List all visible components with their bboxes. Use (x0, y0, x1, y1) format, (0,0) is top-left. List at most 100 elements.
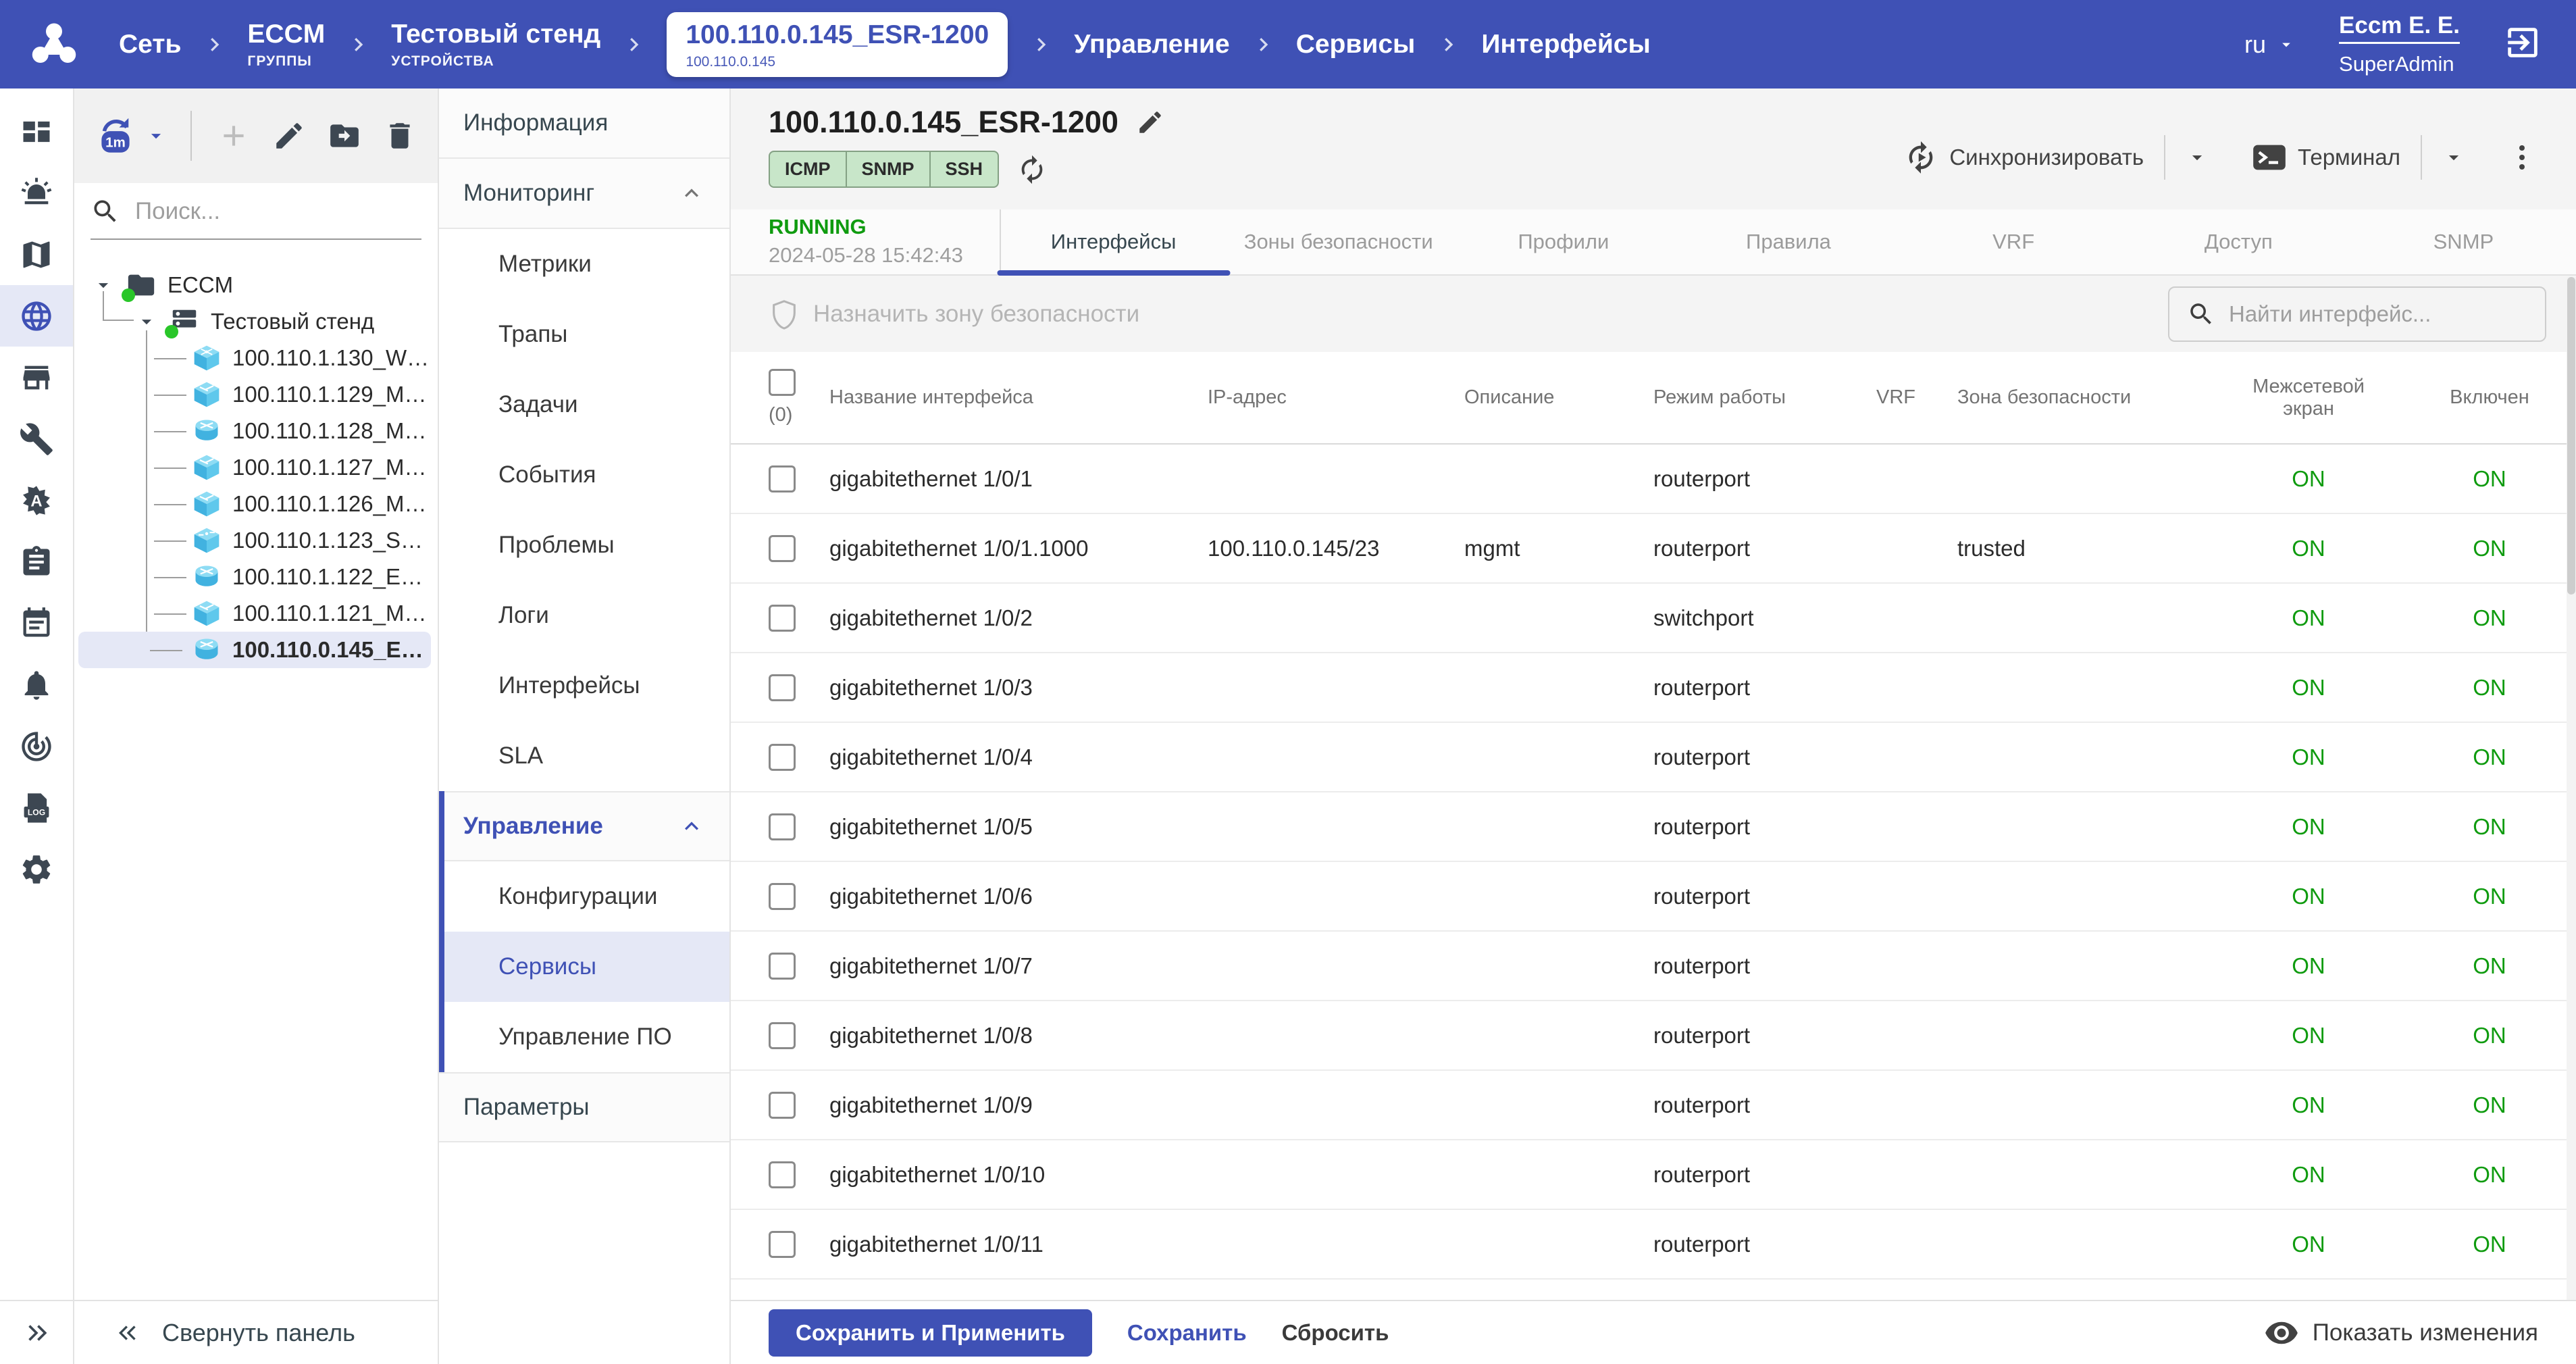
tree-device-item[interactable]: 100.110.1.128_ME5200 (78, 413, 431, 449)
tab-snmp[interactable]: SNMP (2351, 209, 2576, 274)
user-name[interactable]: Eccm E. E. (2339, 12, 2460, 44)
inventory-icon[interactable] (0, 347, 73, 408)
table-row[interactable]: gigabitethernet 1/0/9 routerport ON ON (731, 1071, 2576, 1140)
network-icon[interactable] (0, 285, 73, 347)
tab-security-zones[interactable]: Зоны безопасности (1226, 209, 1451, 274)
monitoring-icon[interactable] (0, 715, 73, 777)
table-row[interactable]: gigabitethernet 1/0/1.1000 100.110.0.145… (731, 514, 2576, 584)
terminal-options-button[interactable] (2442, 146, 2465, 169)
menu-item-configurations[interactable]: Конфигурации (444, 861, 729, 932)
settings-icon[interactable] (0, 838, 73, 900)
terminal-button[interactable]: Терминал (2252, 140, 2400, 175)
table-row[interactable]: gigabitethernet 1/0/1 routerport ON ON (731, 445, 2576, 514)
edit-title-icon[interactable] (1136, 108, 1164, 136)
user-menu[interactable]: Eccm E. E. SuperAdmin (2339, 12, 2460, 76)
menu-item-parameters[interactable]: Параметры (439, 1072, 729, 1142)
breadcrumb-group[interactable]: ECCM ГРУППЫ (247, 20, 325, 70)
notifications-icon[interactable] (0, 654, 73, 715)
menu-item-problems[interactable]: Проблемы (439, 510, 729, 580)
vertical-scrollbar[interactable] (2567, 277, 2576, 1300)
auto-refresh-button[interactable]: 1m (93, 113, 168, 158)
breadcrumb-section[interactable]: Управление (1074, 30, 1229, 59)
show-changes-button[interactable]: Показать изменения (2264, 1315, 2538, 1350)
save-button[interactable]: Сохранить (1127, 1320, 1247, 1346)
scrollbar-thumb[interactable] (2567, 277, 2575, 595)
breadcrumb-stand[interactable]: Тестовый стенд УСТРОЙСТВА (391, 20, 600, 70)
table-row[interactable]: gigabitethernet 1/0/6 routerport ON ON (731, 862, 2576, 932)
tree-node-root[interactable]: ECCM (74, 267, 438, 303)
caret-down-icon[interactable] (92, 274, 115, 297)
row-checkbox[interactable] (769, 605, 796, 632)
table-row[interactable]: gigabitethernet 1/0/10 routerport ON ON (731, 1140, 2576, 1210)
refresh-status-button[interactable] (1016, 154, 1048, 185)
save-apply-button[interactable]: Сохранить и Применить (769, 1309, 1092, 1357)
table-row[interactable]: gigabitethernet 1/0/2 switchport ON ON (731, 584, 2576, 653)
row-checkbox[interactable] (769, 1161, 796, 1188)
row-checkbox[interactable] (769, 1231, 796, 1258)
table-row[interactable]: gigabitethernet 1/0/5 routerport ON ON (731, 792, 2576, 862)
tab-profiles[interactable]: Профили (1451, 209, 1676, 274)
tab-rules[interactable]: Правила (1676, 209, 1901, 274)
row-checkbox[interactable] (769, 674, 796, 701)
move-node-button[interactable] (326, 116, 363, 155)
row-checkbox[interactable] (769, 744, 796, 771)
dashboard-icon[interactable] (0, 101, 73, 162)
menu-item-monitoring[interactable]: Мониторинг (439, 159, 729, 229)
tab-vrf[interactable]: VRF (1901, 209, 2126, 274)
row-checkbox[interactable] (769, 1022, 796, 1049)
tab-interfaces[interactable]: Интерфейсы (1001, 209, 1226, 274)
table-row[interactable]: gigabitethernet 1/0/3 routerport ON ON (731, 653, 2576, 723)
expand-sidebar-button[interactable] (0, 1300, 73, 1364)
breadcrumb-page[interactable]: Интерфейсы (1481, 30, 1650, 59)
menu-item-metrics[interactable]: Метрики (439, 229, 729, 299)
edit-node-button[interactable] (270, 116, 308, 155)
tasks-icon[interactable] (0, 531, 73, 592)
map-icon[interactable] (0, 224, 73, 285)
breadcrumb-device-pill[interactable]: 100.110.0.145_ESR-1200 100.110.0.145 (667, 12, 1008, 77)
tree-device-item[interactable]: 100.110.1.126_MES242... (78, 486, 431, 522)
row-checkbox[interactable] (769, 813, 796, 840)
table-row[interactable]: gigabitethernet 1/0/4 routerport ON ON (731, 723, 2576, 792)
logs-icon[interactable]: LOG (0, 777, 73, 838)
alerts-icon[interactable]: A (0, 470, 73, 531)
more-actions-button[interactable] (2506, 141, 2538, 174)
row-checkbox[interactable] (769, 1092, 796, 1119)
tree-node-group[interactable]: Тестовый стенд (74, 303, 438, 340)
tree-device-item[interactable]: 100.110.1.127_MES531... (78, 449, 431, 486)
tab-access[interactable]: Доступ (2126, 209, 2351, 274)
language-selector[interactable]: ru (2244, 30, 2296, 59)
delete-node-button[interactable] (381, 116, 419, 155)
menu-item-logs[interactable]: Логи (439, 580, 729, 651)
tree-device-item-selected[interactable]: 100.110.0.145_ESR-12... (78, 632, 431, 668)
caret-down-icon[interactable] (145, 124, 168, 147)
app-logo-icon[interactable] (30, 20, 78, 69)
add-node-button[interactable] (215, 116, 253, 155)
row-checkbox[interactable] (769, 883, 796, 910)
tree-search-input[interactable] (135, 198, 421, 225)
calendar-icon[interactable] (0, 592, 73, 654)
breadcrumb-network[interactable]: Сеть (119, 30, 181, 59)
menu-item-firmware[interactable]: Управление ПО (444, 1002, 729, 1072)
breadcrumb-subsection[interactable]: Сервисы (1296, 30, 1416, 59)
menu-item-information[interactable]: Информация (439, 89, 729, 159)
reset-button[interactable]: Сбросить (1282, 1320, 1389, 1346)
menu-item-interfaces[interactable]: Интерфейсы (439, 651, 729, 721)
sync-options-button[interactable] (2186, 146, 2209, 169)
menu-item-services[interactable]: Сервисы (444, 932, 729, 1002)
menu-item-management[interactable]: Управление (444, 791, 729, 861)
table-row[interactable]: gigabitethernet 1/0/11 routerport ON ON (731, 1210, 2576, 1280)
assign-zone-button[interactable]: Назначить зону безопасности (769, 299, 1139, 330)
tree-device-item[interactable]: 100.110.1.123_SMG-10... (78, 522, 431, 559)
logout-button[interactable] (2503, 23, 2546, 66)
row-checkbox[interactable] (769, 953, 796, 980)
tree-device-item[interactable]: 100.110.1.122_ESR-200 (78, 559, 431, 595)
tools-icon[interactable] (0, 408, 73, 470)
menu-item-sla[interactable]: SLA (439, 721, 729, 791)
table-row[interactable]: gigabitethernet 1/0/7 routerport ON ON (731, 932, 2576, 1001)
menu-item-events[interactable]: События (439, 440, 729, 510)
row-checkbox[interactable] (769, 535, 796, 562)
table-row[interactable]: gigabitethernet 1/0/8 routerport ON ON (731, 1001, 2576, 1071)
collapse-panel-button[interactable]: Свернуть панель (74, 1300, 438, 1364)
caret-down-icon[interactable] (135, 310, 158, 333)
menu-item-traps[interactable]: Трапы (439, 299, 729, 370)
